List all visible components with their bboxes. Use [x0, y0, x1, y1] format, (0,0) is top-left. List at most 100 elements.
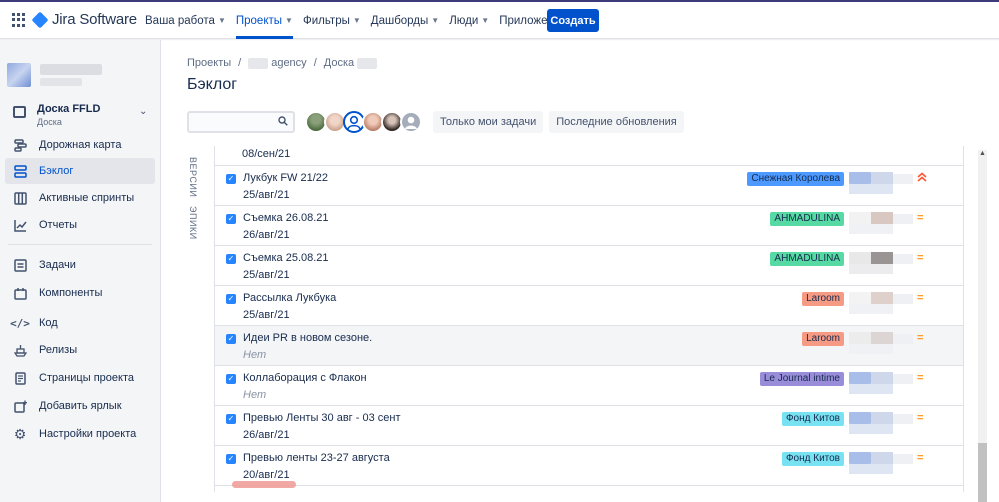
epic-label[interactable]: Снежная Королева	[747, 172, 844, 186]
redacted-text	[357, 57, 378, 69]
list-item[interactable]: ✓ Рассылка Лукбука 25/авг/21 Laroom =	[215, 286, 963, 326]
epic-label[interactable]: Фонд Китов	[781, 452, 844, 466]
list-item[interactable]: ✓ Съемка 26.08.21 26/авг/21 AHMADULINA =	[215, 206, 963, 246]
search-input[interactable]	[189, 112, 274, 131]
sidebar-item-roadmap[interactable]: Дорожная карта	[5, 132, 155, 158]
list-item[interactable]: ✓ Идеи PR в новом сезоне. Нет Laroom =	[215, 326, 963, 366]
assignee-redacted	[849, 332, 913, 360]
chevron-down-icon: ⌄	[139, 106, 148, 117]
list-item[interactable]	[215, 146, 963, 166]
jira-logo-icon	[31, 11, 49, 28]
priority-medium-icon: =	[917, 292, 924, 304]
priority-medium-icon: =	[917, 332, 924, 344]
list-item[interactable]: ✓ Превью ленты 23-27 августа 20/авг/21 Ф…	[215, 446, 963, 486]
issue-summary: Съемка 26.08.21	[243, 212, 329, 224]
sidebar-item-issues[interactable]: Задачи	[5, 252, 155, 278]
only-my-issues-button[interactable]: Только мои задачи	[433, 110, 544, 133]
breadcrumb-board[interactable]: Доска	[324, 57, 354, 69]
epic-label[interactable]: Laroom	[802, 332, 844, 346]
menu-projects[interactable]: Проекты ▼	[235, 2, 294, 39]
list-item[interactable]: ✓ Съемка 25.08.21 25/авг/21 AHMADULINA =	[215, 246, 963, 286]
menu-your-work[interactable]: Ваша работа ▼	[145, 2, 226, 39]
issue-date: Нет	[243, 389, 267, 401]
versions-tab[interactable]: ВЕРСИИ	[188, 157, 198, 197]
sidebar-item-backlog[interactable]: Бэклог	[5, 158, 155, 184]
sidebar-item-reports[interactable]: Отчеты	[5, 212, 155, 238]
priority-medium-icon: =	[917, 452, 924, 464]
chevron-down-icon: ▼	[352, 16, 361, 25]
priority-medium-icon: =	[917, 252, 924, 264]
menu-dashboards[interactable]: Дашборды ▼	[371, 2, 439, 39]
issue-date: Нет	[243, 349, 267, 361]
list-item[interactable]: ✓ Лукбук FW 21/22 25/авг/21 Снежная Коро…	[215, 166, 963, 206]
list-item[interactable]: ✓ Коллаборация с Флакон Нет Le Journal i…	[215, 366, 963, 406]
issue-summary: Превью Ленты 30 авг - 03 сент	[243, 412, 401, 424]
board-icon	[13, 106, 26, 118]
list-item[interactable]: ✓ Превью Ленты 30 авг - 03 сент 26/авг/2…	[215, 406, 963, 446]
sidebar-item-active-sprints[interactable]: Активные спринты	[5, 185, 155, 211]
app-switcher-icon[interactable]	[12, 13, 26, 27]
checkbox-checked-icon: ✓	[226, 174, 236, 184]
filter-bar: Только мои задачи Последние обновления	[187, 110, 684, 133]
breadcrumb: Проекты / agency / Доска	[187, 57, 380, 69]
project-name-redacted	[40, 64, 102, 75]
breadcrumb-projects[interactable]: Проекты	[187, 57, 231, 69]
epic-label[interactable]: AHMADULINA	[770, 212, 844, 226]
issue-summary: Лукбук FW 21/22	[243, 172, 329, 184]
sidebar-item-add-shortcut[interactable]: Добавить ярлык	[5, 393, 155, 419]
jira-logo[interactable]: Jira Software	[31, 11, 137, 28]
search-icon	[278, 115, 288, 129]
avatar-placeholder[interactable]	[400, 110, 422, 133]
redacted-text	[248, 57, 269, 69]
chevron-down-icon: ▼	[217, 16, 226, 25]
issue-date: 08/сен/21	[242, 148, 291, 160]
sidebar: Доска FFLD Доска ⌄ Дорожная карта Бэклог…	[0, 40, 161, 502]
components-icon	[13, 286, 27, 300]
chevron-down-icon: ▼	[481, 16, 490, 25]
board-columns-icon	[13, 191, 27, 205]
board-name: Доска FFLD	[37, 103, 101, 115]
menu-people[interactable]: Люди ▼	[449, 2, 489, 39]
board-type: Доска	[37, 117, 62, 127]
add-shortcut-icon	[13, 399, 27, 413]
top-navigation: Jira Software Ваша работа ▼ Проекты ▼ Филь…	[0, 2, 999, 39]
recently-updated-button[interactable]: Последние обновления	[549, 110, 684, 133]
epic-label[interactable]: Laroom	[802, 292, 844, 306]
board-switcher[interactable]: Доска FFLD Доска ⌄	[13, 102, 153, 128]
epic-label[interactable]: Le Journal intime	[759, 372, 844, 386]
checkbox-checked-icon: ✓	[226, 414, 236, 424]
page-title: Бэклог	[187, 76, 238, 93]
sidebar-item-project-pages[interactable]: Страницы проекта	[5, 365, 155, 391]
chevron-down-icon: ▼	[431, 16, 440, 25]
ship-icon	[13, 343, 27, 357]
epic-label[interactable]: AHMADULINA	[770, 252, 844, 266]
checkbox-checked-icon: ✓	[226, 214, 236, 224]
issue-summary: Съемка 25.08.21	[243, 252, 329, 264]
page-icon	[13, 371, 27, 385]
assignee-redacted	[849, 252, 913, 280]
assignee-redacted	[849, 292, 913, 320]
issue-date: 25/авг/21	[243, 189, 290, 201]
assignee-redacted	[849, 172, 913, 200]
issue-summary: Идеи PR в новом сезоне.	[243, 332, 373, 344]
checkbox-checked-icon: ✓	[226, 374, 236, 384]
issue-summary: Превью ленты 23-27 августа	[243, 452, 390, 464]
priority-high-icon	[917, 172, 927, 185]
create-button[interactable]: Создать	[547, 9, 599, 32]
sidebar-item-project-settings[interactable]: ⚙ Настройки проекта	[5, 421, 155, 447]
scroll-up-icon[interactable]: ▲	[979, 150, 986, 157]
breadcrumb-project[interactable]: agency	[271, 57, 306, 69]
search-box[interactable]	[187, 110, 295, 133]
sidebar-item-components[interactable]: Компоненты	[5, 280, 155, 306]
sidebar-item-code[interactable]: </> Код	[5, 310, 155, 336]
issue-date: 20/авг/21	[243, 469, 290, 481]
epic-label[interactable]: Фонд Китов	[781, 412, 844, 426]
sidebar-item-releases[interactable]: Релизы	[5, 337, 155, 363]
assignee-redacted	[849, 212, 913, 240]
issue-date: 25/авг/21	[243, 309, 290, 321]
menu-filters[interactable]: Фильтры ▼	[303, 2, 361, 39]
scrollbar-thumb[interactable]	[978, 443, 987, 502]
assignee-redacted	[849, 452, 913, 480]
epics-tab[interactable]: ЭПИКИ	[188, 206, 198, 240]
sidebar-divider	[8, 244, 152, 245]
